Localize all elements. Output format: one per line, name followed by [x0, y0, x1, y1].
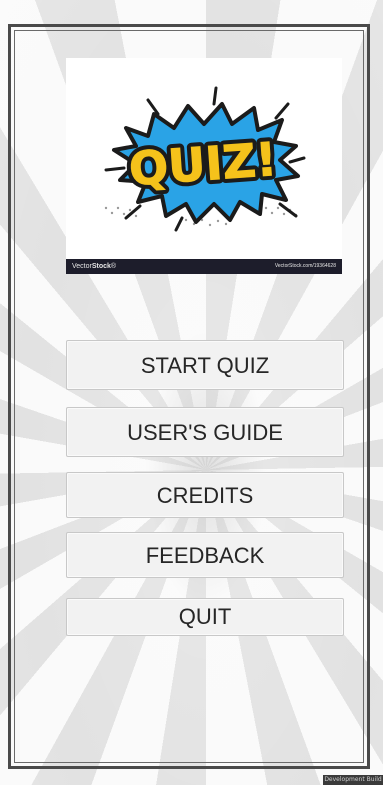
watermark-brand: VectorStock®: [72, 263, 117, 270]
development-build-badge: Development Build: [323, 775, 383, 785]
users-guide-button[interactable]: USER'S GUIDE: [66, 407, 344, 457]
watermark-stock-id: VectorStock.com/19364628: [274, 263, 336, 269]
start-quiz-button[interactable]: START QUIZ: [66, 340, 344, 390]
logo-watermark-bar: VectorStock® VectorStock.com/19364628: [66, 259, 342, 274]
quiz-word: QUIZ!: [127, 132, 278, 196]
quiz-logo-art: QUIZ! QUIZ!: [104, 86, 306, 232]
feedback-button[interactable]: FEEDBACK: [66, 532, 344, 578]
main-menu-screen: QUIZ! QUIZ! VectorStock® VectorStock.com…: [0, 0, 383, 785]
quiz-logo-card: QUIZ! QUIZ! VectorStock® VectorStock.com…: [66, 58, 342, 274]
quiz-word-group: QUIZ! QUIZ!: [123, 127, 283, 200]
credits-button[interactable]: CREDITS: [66, 472, 344, 518]
quit-button[interactable]: QUIT: [66, 598, 344, 636]
